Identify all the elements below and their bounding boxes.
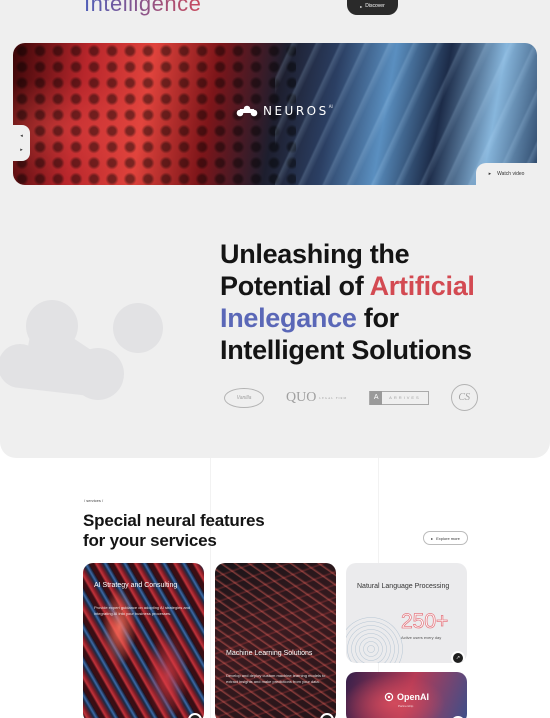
watch-video-button[interactable]: ▸ Watch video [476, 163, 537, 185]
grid-guide-line [210, 458, 211, 718]
top-heading-fragment: Intelligence [84, 0, 201, 17]
explore-more-button[interactable]: ▸ Explore more [423, 531, 468, 545]
headline-line-4: Intelligent Solutions [220, 335, 472, 365]
play-icon: ▸ [360, 3, 363, 9]
brand-mark: AI [328, 104, 333, 109]
feature-card-nlp[interactable]: Natural Language Processing 250+ Active … [346, 563, 467, 663]
brand-name: NEUROSAI [263, 104, 333, 118]
partner-logo-cs: CS [450, 384, 478, 411]
card-description: Develop and deploy custom machine learni… [226, 673, 326, 684]
partner-logos: Vanilla QUO LEGAL FIRM A ARRIVES CS [224, 384, 478, 411]
stat-value: 250+ [401, 610, 449, 634]
openai-subtitle: Partnership [398, 704, 414, 708]
features-title: Special neural features for your service… [83, 511, 265, 550]
slider-controls: ◂ ▸ [13, 125, 30, 161]
prev-slide-button[interactable]: ◂ [20, 133, 23, 139]
partner-logo-vanilla: Vanilla [224, 387, 264, 408]
watch-video-label: Watch video [497, 171, 525, 177]
feature-card-ai-strategy[interactable]: AI Strategy and Consulting Provide exper… [83, 563, 204, 718]
decorative-logo-shape [0, 300, 163, 400]
hero-section: Intelligence ▸ Discover NEUROSAI ◂ ▸ ▸ W… [0, 0, 550, 458]
openai-icon [384, 692, 394, 702]
explore-more-label: Explore more [436, 535, 460, 541]
headline-highlight-inelegance: Inelegance [220, 303, 357, 333]
arrow-icon[interactable]: ↗ [451, 651, 465, 663]
discover-label: Discover [365, 3, 385, 9]
rings-graphic [346, 616, 404, 663]
partner-logo-quo: QUO LEGAL FIRM [286, 389, 348, 405]
card-title: AI Strategy and Consulting [94, 582, 178, 589]
partner-logo-arrives: A ARRIVES [369, 390, 429, 405]
play-icon: ▸ [488, 171, 492, 177]
card-description: Provide expert guidance on adopting AI s… [94, 605, 191, 616]
section-eyebrow: / services / [84, 498, 104, 503]
brand-logo: NEUROSAI [236, 104, 333, 118]
openai-logo: OpenAI [384, 692, 429, 702]
headline-line-3: for [356, 303, 399, 333]
feature-card-openai[interactable]: OpenAI Partnership ↗ [346, 672, 467, 718]
discover-button[interactable]: ▸ Discover [347, 0, 398, 15]
headline-highlight-artificial: Artificial [369, 271, 475, 301]
hero-headline: Unleashing the Potential of Artificial I… [220, 238, 475, 366]
card-title: Machine Learning Solutions [226, 650, 313, 657]
arrow-icon[interactable]: ↗ [320, 713, 334, 718]
arrow-icon[interactable]: ↗ [188, 713, 202, 718]
feature-card-machine-learning[interactable]: Machine Learning Solutions Develop and d… [215, 563, 336, 718]
card-title: Natural Language Processing [357, 583, 450, 590]
play-icon: ▸ [431, 535, 434, 541]
stat-label: Active users every day [401, 635, 442, 640]
headline-line-1: Unleashing the [220, 239, 410, 269]
neuros-logo-icon [236, 105, 258, 117]
headline-line-2: Potential of [220, 271, 370, 301]
next-slide-button[interactable]: ▸ [20, 147, 23, 153]
